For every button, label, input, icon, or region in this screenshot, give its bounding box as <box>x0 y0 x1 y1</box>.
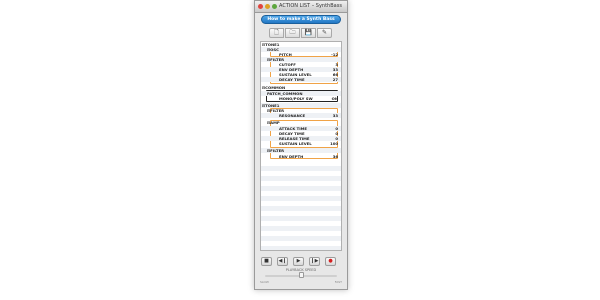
list-item[interactable]: MONO/POLY SW ON <box>261 96 341 101</box>
empty-row <box>261 236 341 241</box>
empty-row <box>261 176 341 181</box>
slow-label: SLOW <box>260 280 269 284</box>
close-window-button[interactable] <box>258 4 263 9</box>
zoom-window-button[interactable] <box>272 4 277 9</box>
empty-row <box>261 196 341 201</box>
minimize-window-button[interactable] <box>265 4 270 9</box>
open-folder-icon[interactable]: 🗀 <box>285 28 300 38</box>
play-icon[interactable]: ▶ <box>293 257 304 266</box>
record-icon[interactable]: ● <box>325 257 336 266</box>
new-document-icon[interactable]: 🗋 <box>269 28 284 38</box>
empty-row <box>261 206 341 211</box>
step-forward-icon[interactable]: ❙▶ <box>309 257 320 266</box>
list-item[interactable]: RESONANCE 33 <box>261 113 341 118</box>
playback-speed-knob[interactable] <box>298 272 304 278</box>
save-icon[interactable]: 💾 <box>301 28 316 38</box>
empty-row <box>261 216 341 221</box>
empty-row <box>261 226 341 231</box>
list-item[interactable]: ⊟AMP <box>261 120 341 125</box>
stop-icon[interactable]: ■ <box>261 257 272 266</box>
toolbar: 🗋 🗀 💾 ✎ <box>269 28 333 38</box>
list-item[interactable]: SUSTAIN LEVEL 100 <box>261 141 341 146</box>
step-back-icon[interactable]: ◀❙ <box>277 257 288 266</box>
empty-row <box>261 186 341 191</box>
action-list[interactable]: ⊟TONE1 ⊟OSC PITCH -12 ⊟FILTER CUTOFF 3 ENV… <box>260 41 342 251</box>
window-title: ACTION LIST – SynthBass <box>279 3 342 9</box>
list-item[interactable]: ⊟COMMON <box>261 85 341 90</box>
list-item[interactable]: ENV DEPTH 36 <box>261 154 341 159</box>
title-bar[interactable]: ACTION LIST – SynthBass <box>255 1 347 13</box>
edit-icon[interactable]: ✎ <box>317 28 332 38</box>
action-list-window: ACTION LIST – SynthBass How to make a Sy… <box>254 0 348 290</box>
list-item[interactable]: DECAY TIME 27 <box>261 77 341 82</box>
empty-row <box>261 166 341 171</box>
empty-row <box>261 246 341 250</box>
fast-label: FAST <box>334 280 342 284</box>
transport-controls: ■ ◀❙ ▶ ❙▶ ● <box>261 257 341 266</box>
list-item[interactable]: ⊟FILTER <box>261 148 341 153</box>
action-list-name-button[interactable]: How to make a Synth Bass <box>261 15 341 24</box>
